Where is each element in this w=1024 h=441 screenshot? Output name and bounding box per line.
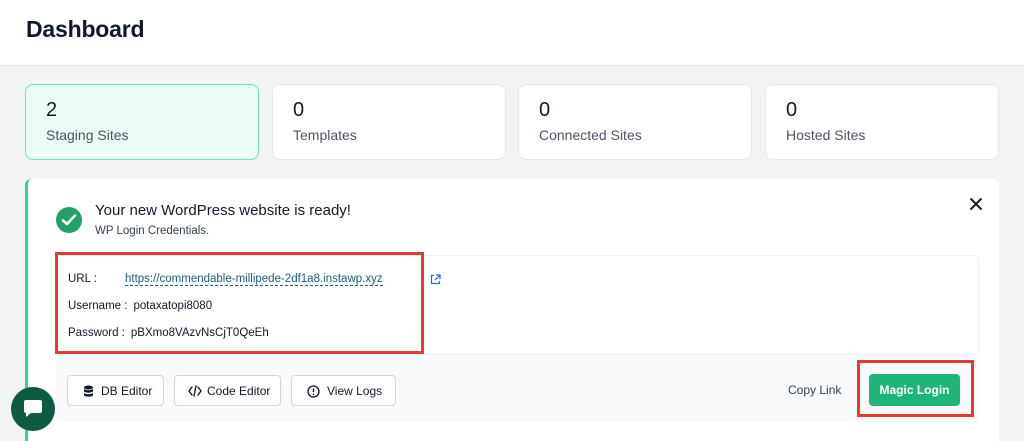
- db-editor-button[interactable]: DB Editor: [67, 375, 164, 406]
- stat-value: 0: [786, 99, 798, 121]
- credentials-highlight-box: [55, 252, 424, 354]
- close-icon[interactable]: [965, 193, 987, 215]
- page-title: Dashboard: [26, 16, 145, 42]
- stat-value: 2: [46, 99, 58, 121]
- copy-link-button[interactable]: Copy Link: [788, 383, 841, 397]
- stat-label: Staging Sites: [46, 127, 129, 143]
- external-link-icon[interactable]: [430, 272, 441, 290]
- stat-card-connected-sites[interactable]: 0 Connected Sites: [518, 84, 752, 160]
- stat-value: 0: [539, 99, 551, 121]
- site-ready-notice: Your new WordPress website is ready! WP …: [25, 179, 999, 441]
- notice-title: Your new WordPress website is ready!: [95, 202, 351, 219]
- notice-subtitle: WP Login Credentials.: [95, 225, 210, 237]
- db-editor-label: DB Editor: [101, 384, 153, 398]
- check-circle-icon: [56, 207, 82, 233]
- stat-label: Connected Sites: [539, 127, 642, 143]
- stat-label: Hosted Sites: [786, 127, 866, 143]
- view-logs-button[interactable]: View Logs: [291, 375, 396, 406]
- code-editor-label: Code Editor: [207, 384, 271, 398]
- actions-bar: DB Editor Code Editor View Logs Copy Lin…: [57, 356, 979, 422]
- stat-label: Templates: [293, 127, 357, 143]
- code-editor-button[interactable]: Code Editor: [174, 375, 281, 406]
- code-icon: [188, 385, 202, 397]
- top-header: Dashboard: [0, 0, 1024, 66]
- magic-login-highlight-box: [857, 360, 974, 417]
- chat-icon: [24, 400, 42, 417]
- stat-value: 0: [293, 99, 305, 121]
- database-icon: [84, 385, 93, 397]
- chat-widget-button[interactable]: [11, 387, 55, 431]
- stat-card-templates[interactable]: 0 Templates: [272, 84, 506, 160]
- stats-row: 2 Staging Sites 0 Templates 0 Connected …: [25, 84, 1000, 160]
- stat-card-staging-sites[interactable]: 2 Staging Sites: [25, 84, 259, 160]
- info-icon: [307, 385, 320, 398]
- stat-card-hosted-sites[interactable]: 0 Hosted Sites: [765, 84, 999, 160]
- view-logs-label: View Logs: [327, 384, 383, 398]
